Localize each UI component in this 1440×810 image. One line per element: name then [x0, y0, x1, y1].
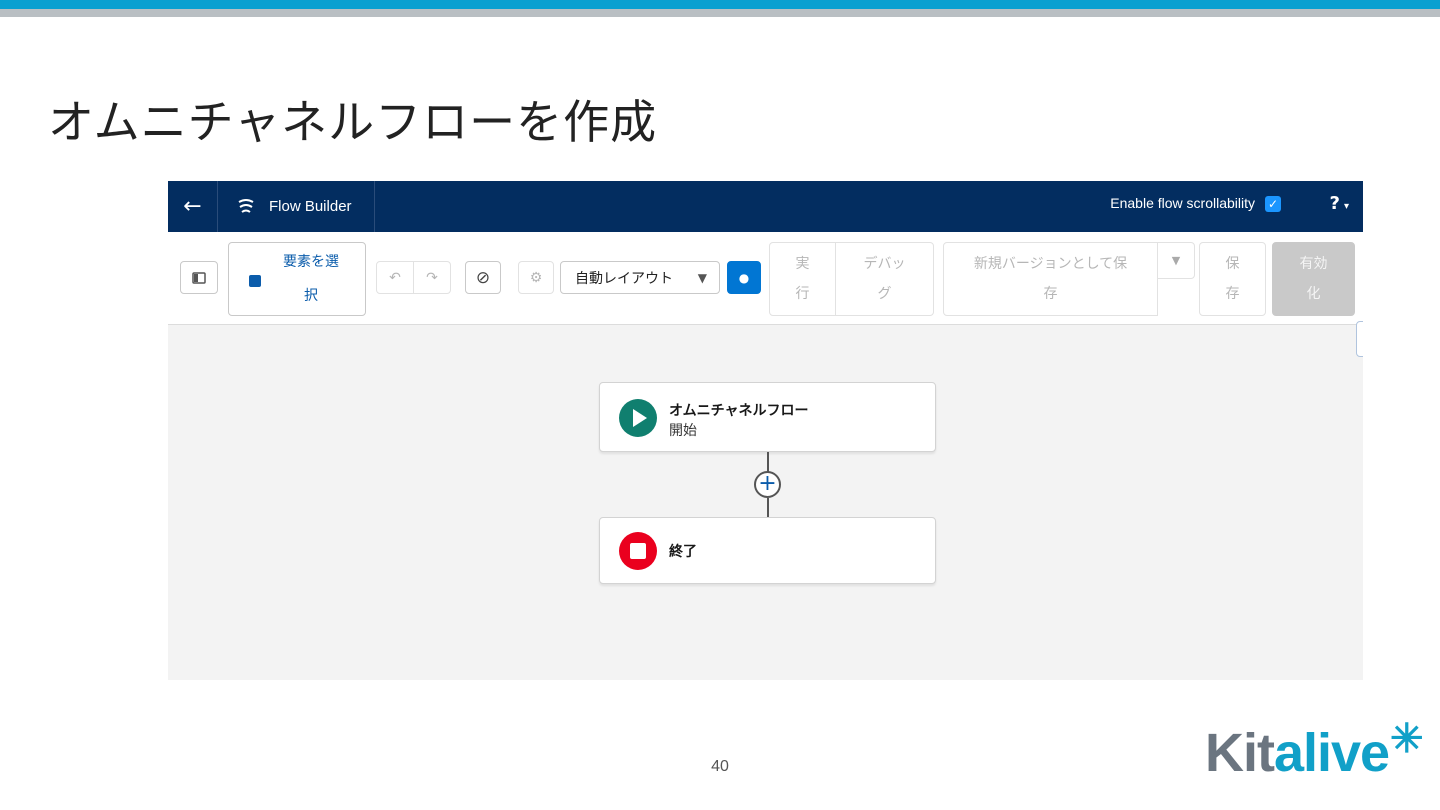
- save-button[interactable]: 保存: [1199, 242, 1266, 316]
- kitalive-logo: Kitalive ✳: [1205, 717, 1424, 783]
- layout-select-value: 自動レイアウト: [575, 270, 673, 287]
- layout-select[interactable]: 自動レイアウト ▼: [560, 261, 720, 294]
- panel-icon: [192, 271, 206, 284]
- slide-top-stripe: [0, 0, 1440, 9]
- redo-icon: ↷: [426, 269, 438, 286]
- block-icon: ⊘: [475, 267, 491, 288]
- slide-title: オムニチャネルフローを作成: [48, 95, 658, 149]
- connector-line: [767, 498, 769, 517]
- flow-builder-screenshot: ← Flow Builder Enable flow scrollability…: [168, 181, 1363, 680]
- start-node-subtitle: 開始: [669, 423, 697, 439]
- chevron-down-icon: ▼: [1171, 254, 1181, 267]
- redo-button[interactable]: ↷: [413, 261, 451, 294]
- auto-layout-button[interactable]: ●: [727, 261, 761, 294]
- arrow-left-icon: ←: [183, 194, 202, 219]
- auto-layout-icon: ●: [738, 270, 750, 285]
- scrollability-label: Enable flow scrollability: [1110, 195, 1255, 211]
- scrollability-checkbox[interactable]: ✓: [1265, 196, 1281, 212]
- select-elements-button[interactable]: 要素を選 択: [228, 242, 366, 316]
- settings-button[interactable]: ⚙: [518, 261, 554, 294]
- toolbar: 要素を選 択 ↶ ↷ ⊘ ⚙ 自動レイアウト ▼ ● 実行 デバッグ 新規バージ…: [168, 232, 1363, 325]
- start-node-title: オムニチャネルフロー: [669, 403, 809, 419]
- stop-icon: [619, 532, 657, 570]
- add-element-button[interactable]: +: [754, 471, 781, 498]
- chevron-down-icon: ▼: [697, 270, 707, 285]
- debug-button[interactable]: デバッグ: [835, 242, 934, 316]
- run-button[interactable]: 実行: [769, 242, 836, 316]
- select-elements-line2: 択: [304, 288, 318, 304]
- back-button[interactable]: ←: [168, 181, 218, 232]
- connector-line: [767, 452, 769, 472]
- save-menu-button[interactable]: ▼: [1157, 242, 1195, 279]
- save-as-new-version-button[interactable]: 新規バージョンとして保存: [943, 242, 1158, 316]
- end-node-title: 終了: [669, 544, 697, 560]
- activate-button[interactable]: 有効化: [1272, 242, 1355, 316]
- app-header: ← Flow Builder Enable flow scrollability…: [168, 181, 1363, 232]
- app-title: Flow Builder: [269, 198, 352, 215]
- undo-icon: ↶: [389, 269, 401, 286]
- toggle-panel-button[interactable]: [180, 261, 218, 294]
- select-elements-line1: 要素を選: [283, 254, 339, 270]
- undo-button[interactable]: ↶: [376, 261, 414, 294]
- chevron-down-icon: ▾: [1343, 201, 1349, 212]
- side-panel-tab[interactable]: [1356, 321, 1363, 357]
- errors-button[interactable]: ⊘: [465, 261, 501, 294]
- start-node[interactable]: オムニチャネルフロー 開始: [599, 382, 936, 452]
- help-menu[interactable]: ? ▾: [1330, 193, 1349, 214]
- play-icon: [619, 399, 657, 437]
- select-icon: [249, 275, 261, 287]
- flow-icon: [238, 198, 254, 213]
- gear-icon: ⚙: [529, 269, 543, 286]
- slide-sub-stripe: [0, 9, 1440, 17]
- end-node[interactable]: 終了: [599, 517, 936, 584]
- app-brand: Flow Builder: [219, 181, 375, 232]
